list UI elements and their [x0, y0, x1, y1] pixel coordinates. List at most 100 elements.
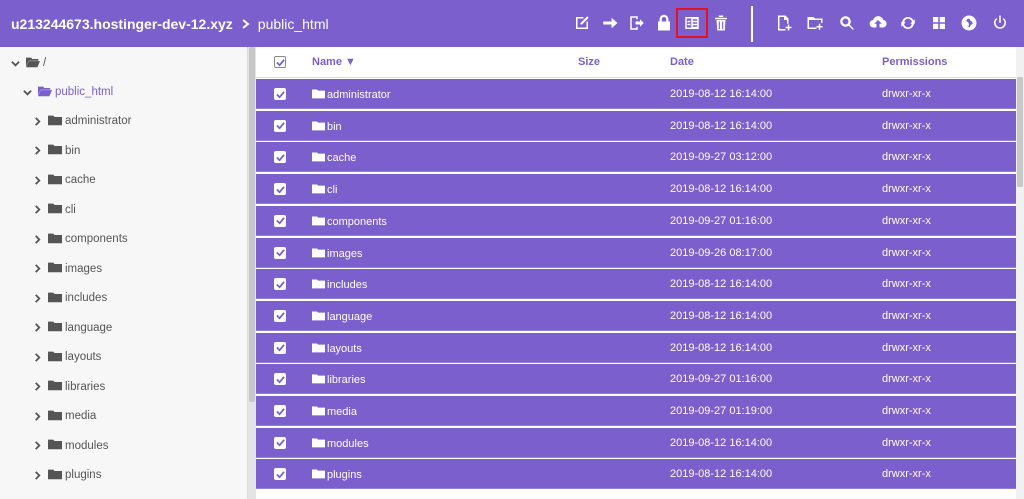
- tree-item-media[interactable]: media: [32, 405, 96, 427]
- chevron-right-icon[interactable]: [32, 264, 42, 274]
- globe-icon[interactable]: [957, 11, 981, 35]
- breadcrumb-host[interactable]: u213244673.hostinger-dev-12.xyz: [11, 16, 233, 32]
- new-file-icon[interactable]: [772, 11, 796, 35]
- table-row[interactable]: modules 2019-08-12 16:14:00 drwxr-xr-x: [256, 427, 1016, 458]
- table-row[interactable]: cache 2019-09-27 03:12:00 drwxr-xr-x: [256, 142, 1016, 173]
- sidebar-scrollbar[interactable]: [248, 47, 256, 499]
- chevron-down-icon[interactable]: [10, 58, 20, 68]
- row-name[interactable]: bin: [312, 120, 342, 134]
- chevron-right-icon[interactable]: [32, 116, 42, 126]
- folder-icon: [312, 342, 327, 356]
- chevron-right-icon[interactable]: [32, 352, 42, 362]
- tree-item-public-html[interactable]: public_html: [22, 81, 113, 103]
- row-name[interactable]: administrator: [312, 88, 391, 102]
- row-name[interactable]: components: [312, 215, 387, 229]
- chevron-right-icon[interactable]: [32, 441, 42, 451]
- column-size[interactable]: Size: [578, 56, 600, 68]
- chevron-right-icon[interactable]: [32, 382, 42, 392]
- file-list-scrollbar[interactable]: [1016, 47, 1024, 499]
- table-row[interactable]: components 2019-09-27 01:16:00 drwxr-xr-x: [256, 205, 1016, 236]
- chevron-down-icon[interactable]: [22, 87, 32, 97]
- arrow-right-icon[interactable]: [598, 11, 622, 35]
- table-row[interactable]: plugins 2019-08-12 16:14:00 drwxr-xr-x: [256, 459, 1016, 490]
- tree-item-layouts[interactable]: layouts: [32, 346, 101, 368]
- row-checkbox[interactable]: [274, 341, 286, 354]
- tree-item-language[interactable]: language: [32, 317, 112, 339]
- tree-item-plugins[interactable]: plugins: [32, 464, 101, 486]
- row-checkbox[interactable]: [274, 468, 286, 481]
- row-permissions: drwxr-xr-x: [882, 405, 931, 417]
- row-name[interactable]: plugins: [312, 468, 362, 482]
- row-name[interactable]: media: [312, 405, 357, 419]
- file-list-scrollbar-thumb[interactable]: [1017, 77, 1023, 187]
- search-icon[interactable]: [835, 11, 859, 35]
- row-checkbox[interactable]: [274, 278, 286, 291]
- row-checkbox[interactable]: [274, 373, 286, 386]
- row-name[interactable]: libraries: [312, 373, 366, 387]
- chevron-right-icon[interactable]: [32, 293, 42, 303]
- breadcrumb-current[interactable]: public_html: [258, 16, 329, 32]
- column-name[interactable]: Name ▼: [312, 56, 356, 68]
- row-checkbox[interactable]: [274, 436, 286, 449]
- tree-item-cache[interactable]: cache: [32, 169, 96, 191]
- row-checkbox[interactable]: [274, 119, 286, 132]
- row-checkbox[interactable]: [274, 405, 286, 417]
- table-row[interactable]: cli 2019-08-12 16:14:00 drwxr-xr-x: [256, 174, 1016, 205]
- grid-view-icon[interactable]: [927, 11, 951, 35]
- row-date: 2019-08-12 16:14:00: [670, 119, 773, 132]
- row-checkbox[interactable]: [274, 246, 286, 259]
- select-all-checkbox[interactable]: [274, 56, 286, 68]
- tree-item-root[interactable]: /: [10, 52, 46, 74]
- tree-item-libraries[interactable]: libraries: [32, 376, 105, 398]
- column-permissions[interactable]: Permissions: [882, 56, 947, 68]
- table-row[interactable]: includes 2019-08-12 16:14:00 drwxr-xr-x: [256, 269, 1016, 300]
- move-icon[interactable]: [625, 11, 649, 35]
- lock-icon[interactable]: [652, 11, 676, 35]
- table-row[interactable]: media 2019-09-27 01:19:00 drwxr-xr-x: [256, 396, 1016, 426]
- table-row[interactable]: bin 2019-08-12 16:14:00 drwxr-xr-x: [256, 110, 1016, 141]
- chevron-right-icon[interactable]: [32, 175, 42, 185]
- chevron-right-icon[interactable]: [32, 205, 42, 215]
- table-row[interactable]: layouts 2019-08-12 16:14:00 drwxr-xr-x: [256, 332, 1016, 363]
- tree-item-bin[interactable]: bin: [32, 140, 80, 162]
- table-row[interactable]: language 2019-08-12 16:14:00 drwxr-xr-x: [256, 300, 1016, 331]
- chevron-right-icon[interactable]: [32, 411, 42, 421]
- row-name-label: cache: [327, 152, 357, 165]
- trash-icon[interactable]: [709, 11, 733, 35]
- row-checkbox[interactable]: [274, 309, 286, 322]
- table-row[interactable]: libraries 2019-09-27 01:16:00 drwxr-xr-x: [256, 364, 1016, 395]
- row-checkbox[interactable]: [274, 183, 286, 196]
- row-name[interactable]: layouts: [312, 342, 362, 356]
- row-checkbox[interactable]: [274, 151, 286, 164]
- row-name[interactable]: cache: [312, 151, 356, 165]
- chevron-right-icon[interactable]: [32, 234, 42, 244]
- edit-icon[interactable]: [570, 11, 594, 35]
- power-icon[interactable]: [988, 11, 1012, 35]
- tree-item-components[interactable]: components: [32, 228, 128, 250]
- table-row[interactable]: images 2019-09-26 08:17:00 drwxr-xr-x: [256, 237, 1016, 268]
- archive-icon[interactable]: [676, 8, 708, 38]
- sidebar-scrollbar-thumb[interactable]: [249, 47, 255, 402]
- row-name[interactable]: includes: [312, 278, 367, 292]
- refresh-icon[interactable]: [896, 11, 920, 35]
- row-name[interactable]: modules: [312, 437, 369, 451]
- chevron-right-icon[interactable]: [32, 470, 42, 480]
- tree-item-images[interactable]: images: [32, 258, 102, 280]
- chevron-right-icon[interactable]: [32, 323, 42, 333]
- upload-icon[interactable]: [866, 11, 890, 35]
- chevron-right-icon[interactable]: [32, 146, 42, 156]
- tree-item-modules[interactable]: modules: [32, 435, 108, 457]
- tree-item-label: cache: [65, 174, 96, 186]
- new-folder-icon[interactable]: [803, 11, 827, 35]
- tree-item-includes[interactable]: includes: [32, 287, 107, 309]
- tree-item-cli[interactable]: cli: [32, 199, 76, 221]
- row-name[interactable]: language: [312, 310, 372, 324]
- folder-icon: [312, 278, 327, 292]
- row-name[interactable]: images: [312, 247, 362, 261]
- row-name[interactable]: cli: [312, 183, 337, 197]
- tree-item-administrator[interactable]: administrator: [32, 110, 131, 132]
- row-checkbox[interactable]: [274, 88, 286, 100]
- column-date[interactable]: Date: [670, 56, 694, 68]
- row-checkbox[interactable]: [274, 214, 286, 227]
- table-row[interactable]: administrator 2019-08-12 16:14:00 drwxr-xr…: [256, 79, 1016, 109]
